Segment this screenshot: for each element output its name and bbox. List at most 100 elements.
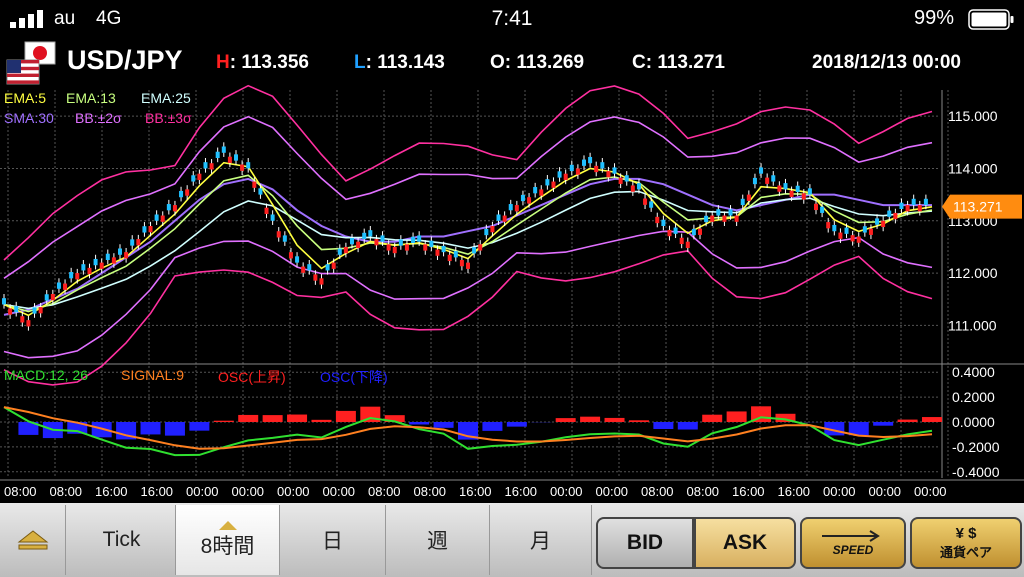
candle-body	[844, 227, 849, 234]
candle-body	[710, 215, 715, 222]
osc-bar	[262, 415, 283, 422]
candle-body	[69, 272, 74, 279]
price-plot	[2, 84, 933, 386]
time-tick-label: 00:00	[550, 484, 583, 499]
osc-bar	[873, 422, 894, 426]
tab-tick[interactable]: Tick	[68, 505, 176, 575]
ask-button[interactable]: ASK	[694, 517, 796, 569]
candle-body	[362, 232, 367, 240]
osc-bar	[482, 422, 503, 431]
macd-plot	[3, 406, 942, 457]
candle-body	[185, 189, 190, 196]
candle-body	[417, 235, 422, 242]
legend-ema5: EMA:5	[4, 90, 47, 106]
candle-body	[655, 216, 660, 224]
candle-body	[93, 258, 98, 266]
legend-bb2: BB:±2σ	[75, 110, 122, 126]
candle-body	[704, 215, 709, 223]
candle-body	[478, 244, 483, 251]
candle-body	[691, 228, 696, 236]
candle-body	[905, 205, 910, 212]
time-tick-label: 16:00	[505, 484, 538, 499]
candle-body	[81, 264, 86, 271]
candle-body	[154, 214, 159, 221]
speed-label: SPEED	[832, 543, 874, 557]
candle-body	[630, 185, 635, 192]
candle-body	[917, 205, 922, 212]
current-price-label: 113.271	[953, 199, 1003, 215]
candle-body	[282, 235, 287, 242]
candle-body	[508, 204, 513, 211]
candle-body	[600, 162, 605, 169]
candle-body	[807, 188, 812, 195]
candle-body	[38, 307, 43, 314]
osc-bar	[580, 416, 601, 422]
candle-body	[514, 205, 519, 212]
candle-body	[136, 239, 141, 246]
candle-body	[759, 167, 764, 174]
candle-body	[472, 247, 477, 254]
time-tick-label: 16:00	[95, 484, 128, 499]
macd-tick-label: -0.4000	[952, 464, 1000, 480]
candle-body	[288, 252, 293, 259]
osc-bar	[409, 422, 430, 425]
speed-button[interactable]: SPEED	[800, 517, 906, 569]
candle-body	[221, 146, 226, 153]
candle-body	[404, 244, 409, 251]
bb-upper-3sigma-line	[3, 84, 933, 261]
candle-body	[270, 214, 275, 221]
legend-ema25: EMA:25	[141, 90, 191, 106]
candle-body	[923, 198, 928, 206]
tab-8h[interactable]: 8時間	[176, 505, 280, 575]
time-tick-label: 00:00	[277, 484, 310, 499]
collapse-button[interactable]	[0, 505, 66, 575]
price-chart[interactable]: 115.000114.000113.000112.000111.0000.400…	[0, 0, 1024, 503]
candle-body	[20, 316, 25, 323]
candle-body	[502, 215, 507, 222]
candle-body	[166, 204, 171, 211]
osc-bar	[335, 410, 356, 422]
candle-body	[875, 218, 880, 225]
time-tick-label: 08:00	[4, 484, 37, 499]
candle-body	[453, 251, 458, 258]
bid-button[interactable]: BID	[596, 517, 694, 569]
legend-osc-up: OSC(上昇)	[218, 369, 286, 385]
candle-body	[356, 241, 361, 248]
candle-body	[484, 228, 489, 236]
time-tick-label: 16:00	[778, 484, 811, 499]
candle-body	[246, 162, 251, 169]
speed-arrows-icon	[822, 530, 880, 542]
tab-day[interactable]: 日	[280, 505, 386, 575]
macd-tick-label: 0.0000	[952, 414, 995, 430]
candle-body	[368, 230, 373, 237]
candle-body	[240, 164, 245, 171]
candle-body	[380, 235, 385, 242]
candle-body	[527, 197, 532, 204]
currency-pair-button[interactable]: ¥ $ 通貨ペア	[910, 517, 1022, 569]
osc-bar	[311, 419, 332, 422]
tab-week[interactable]: 週	[386, 505, 490, 575]
legend-ema13: EMA:13	[66, 90, 116, 106]
legend-signal: SIGNAL:9	[121, 367, 185, 383]
candle-body	[496, 214, 501, 221]
tab-8h-label: 8時間	[200, 534, 255, 558]
candle-body	[887, 210, 892, 217]
candle-body	[820, 206, 825, 213]
candle-body	[160, 215, 165, 222]
candle-body	[832, 224, 837, 232]
candle-body	[252, 181, 257, 188]
candle-body	[838, 232, 843, 239]
candle-body	[130, 239, 135, 246]
candle-body	[636, 183, 641, 190]
candle-body	[118, 248, 122, 255]
price-tick-label: 115.000	[948, 108, 998, 124]
candle-body	[105, 253, 110, 260]
candle-body	[649, 201, 654, 208]
tab-month[interactable]: 月	[490, 505, 592, 575]
candle-body	[551, 181, 556, 188]
time-tick-label: 00:00	[232, 484, 265, 499]
candle-body	[197, 173, 202, 180]
candle-body	[234, 154, 238, 161]
yen-dollar-icon: ¥ $	[955, 525, 977, 542]
candle-body	[209, 163, 214, 170]
